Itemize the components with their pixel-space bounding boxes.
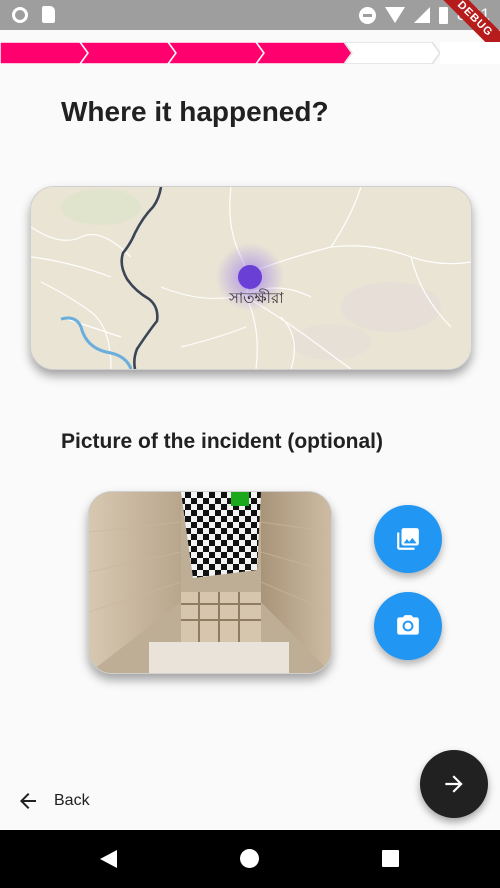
camera-icon — [397, 615, 419, 635]
next-button[interactable] — [420, 750, 488, 818]
sd-card-icon — [42, 6, 55, 23]
progress-step — [79, 42, 177, 64]
map-canvas — [31, 187, 471, 369]
wifi-icon — [384, 7, 405, 23]
incident-photo[interactable] — [88, 491, 332, 674]
progress-tail — [440, 42, 500, 64]
back-label: Back — [54, 792, 90, 809]
nav-recents-icon[interactable] — [382, 850, 399, 867]
map-place-label: সাতক্ষীরা — [229, 289, 284, 307]
progress-step — [255, 42, 353, 64]
battery-icon — [438, 6, 448, 24]
take-photo-button[interactable] — [374, 592, 442, 660]
back-button[interactable]: Back — [16, 784, 90, 818]
nav-back-icon[interactable] — [100, 850, 117, 868]
progress-step — [167, 42, 265, 64]
status-bar: 8:31 DEBUG — [0, 0, 500, 65]
page-title: Where it happened? — [61, 96, 329, 127]
progress-step — [0, 42, 89, 64]
dnd-icon — [358, 6, 376, 24]
circle-notification-icon — [12, 6, 28, 23]
photo-library-icon — [397, 528, 419, 550]
incident-photo-image — [89, 492, 331, 673]
location-map[interactable]: সাতক্ষীরা — [30, 186, 472, 370]
cell-signal-icon — [413, 7, 430, 23]
arrow-forward-icon — [445, 775, 463, 793]
progress-step — [343, 42, 441, 64]
location-marker — [238, 265, 262, 289]
nav-home-icon[interactable] — [240, 849, 259, 868]
status-bar-left — [12, 6, 55, 23]
system-navigation-bar — [0, 830, 500, 888]
step-progress-bar — [0, 42, 500, 64]
photo-section-title: Picture of the incident (optional) — [61, 430, 383, 453]
arrow-back-icon — [20, 793, 36, 809]
pick-from-gallery-button[interactable] — [374, 505, 442, 573]
